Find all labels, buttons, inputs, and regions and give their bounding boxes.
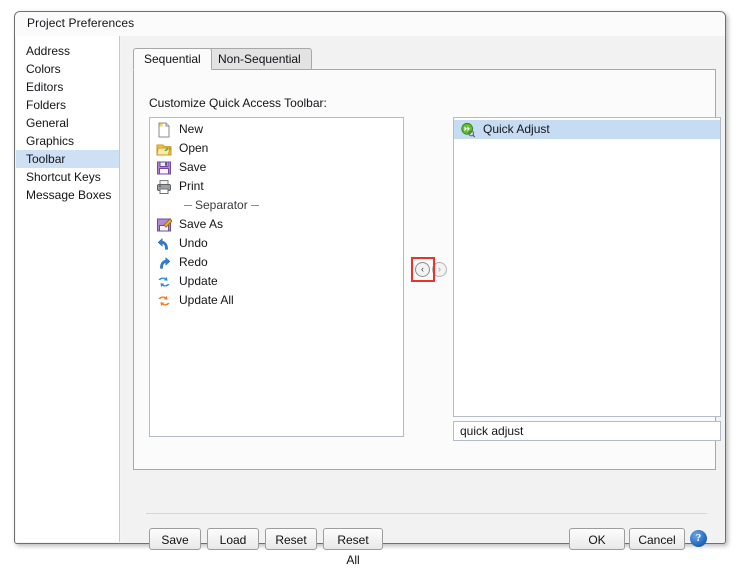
sidebar-item-shortcut-keys[interactable]: Shortcut Keys bbox=[16, 168, 119, 186]
help-icon[interactable]: ? bbox=[690, 530, 707, 547]
update-refresh-icon bbox=[158, 276, 170, 287]
sidebar-item-message-boxes[interactable]: Message Boxes bbox=[16, 186, 119, 204]
printer-icon bbox=[157, 179, 171, 194]
tab-strip: Sequential Non-Sequential bbox=[133, 48, 716, 70]
load-button[interactable]: Load bbox=[207, 528, 259, 550]
sidebar-item-label: Address bbox=[26, 44, 71, 58]
sidebar-item-address[interactable]: Address bbox=[16, 42, 119, 60]
list-item[interactable]: New bbox=[150, 120, 403, 139]
list-item[interactable]: Print bbox=[150, 177, 403, 196]
tab-non-sequential[interactable]: Non-Sequential bbox=[207, 48, 312, 70]
save-as-icon bbox=[157, 217, 172, 231]
redo-arrow-icon bbox=[160, 256, 171, 269]
tab-sequential[interactable]: Sequential bbox=[133, 48, 212, 70]
preferences-category-list[interactable]: Address Colors Editors Folders General Graphi… bbox=[16, 36, 120, 542]
sidebar-item-colors[interactable]: Colors bbox=[16, 60, 119, 78]
dialog-footer: Save Load Reset Reset All OK Cancel ? bbox=[146, 513, 707, 567]
list-item[interactable]: Update bbox=[150, 272, 403, 291]
sidebar-item-folders[interactable]: Folders bbox=[16, 96, 119, 114]
floppy-disk-icon bbox=[157, 161, 171, 174]
separator-label: Separator bbox=[195, 198, 248, 212]
list-item-label: Separator bbox=[179, 196, 262, 215]
list-item-label: Update All bbox=[179, 293, 234, 307]
quick-adjust-icon bbox=[461, 122, 476, 137]
sidebar-item-label: General bbox=[26, 116, 69, 130]
list-item-label: Redo bbox=[179, 255, 208, 269]
sidebar-item-label: Folders bbox=[26, 98, 67, 112]
list-item-label: Open bbox=[179, 141, 209, 155]
sidebar-item-label: Colors bbox=[26, 62, 61, 76]
list-item[interactable]: Undo bbox=[150, 234, 403, 253]
list-item-label: Print bbox=[179, 179, 204, 193]
list-item[interactable]: Save As bbox=[150, 215, 403, 234]
list-item-label: Update bbox=[179, 274, 218, 288]
sidebar-item-graphics[interactable]: Graphics bbox=[16, 132, 119, 150]
ok-button[interactable]: OK bbox=[569, 528, 625, 550]
list-item-label: Save As bbox=[179, 217, 224, 231]
sidebar-item-label: Editors bbox=[26, 80, 64, 94]
sidebar-item-editors[interactable]: Editors bbox=[16, 78, 119, 96]
move-left-button[interactable]: ‹ bbox=[415, 262, 430, 277]
separator-icon bbox=[156, 198, 172, 214]
sidebar-item-label: Shortcut Keys bbox=[26, 170, 101, 184]
dialog-title-bar: Project Preferences bbox=[15, 12, 725, 36]
move-buttons-group: ‹ › bbox=[411, 257, 449, 282]
separator-dash-left bbox=[184, 205, 192, 207]
dialog-title: Project Preferences bbox=[27, 16, 135, 30]
undo-arrow-icon bbox=[157, 237, 168, 250]
sidebar-item-toolbar[interactable]: Toolbar bbox=[16, 150, 119, 168]
save-button[interactable]: Save bbox=[149, 528, 201, 550]
move-right-button[interactable]: › bbox=[432, 262, 447, 277]
cancel-button[interactable]: Cancel bbox=[629, 528, 685, 550]
reset-button[interactable]: Reset bbox=[265, 528, 317, 550]
command-name-input[interactable] bbox=[453, 421, 721, 441]
list-item-label: Quick Adjust bbox=[483, 122, 550, 136]
sidebar-item-general[interactable]: General bbox=[16, 114, 119, 132]
sidebar-item-label: Graphics bbox=[26, 134, 75, 148]
list-item[interactable]: Open bbox=[150, 139, 403, 158]
project-preferences-dialog: Project Preferences Address Colors Editors… bbox=[14, 11, 726, 567]
customize-toolbar-label: Customize Quick Access Toolbar: bbox=[149, 96, 327, 110]
new-document-icon bbox=[158, 122, 170, 137]
tab-panel-sequential: Customize Quick Access Toolbar: New Open S… bbox=[133, 69, 721, 567]
list-item-label: New bbox=[179, 122, 204, 136]
available-commands-listbox[interactable]: New Open Save Print Separator Save As Undo Redo… bbox=[149, 117, 404, 437]
reset-all-button[interactable]: Reset All bbox=[323, 528, 383, 567]
list-item-label: Undo bbox=[179, 236, 208, 250]
update-all-refresh-icon bbox=[158, 295, 170, 306]
list-item[interactable]: Redo bbox=[150, 253, 403, 272]
list-item[interactable]: Quick Adjust bbox=[454, 120, 720, 139]
list-item[interactable]: Save bbox=[150, 158, 403, 177]
separator-dash-right bbox=[250, 205, 259, 207]
list-item[interactable]: Separator bbox=[150, 196, 403, 215]
sidebar-item-label: Message Boxes bbox=[26, 188, 112, 202]
selected-commands-listbox[interactable]: Quick Adjust bbox=[453, 117, 721, 417]
sidebar-item-label: Toolbar bbox=[26, 152, 66, 166]
list-item[interactable]: Update All bbox=[150, 291, 403, 310]
list-item-label: Save bbox=[179, 160, 207, 174]
preferences-content-pane: Sequential Non-Sequential Customize Quic… bbox=[121, 36, 724, 567]
open-folder-icon bbox=[156, 144, 172, 155]
